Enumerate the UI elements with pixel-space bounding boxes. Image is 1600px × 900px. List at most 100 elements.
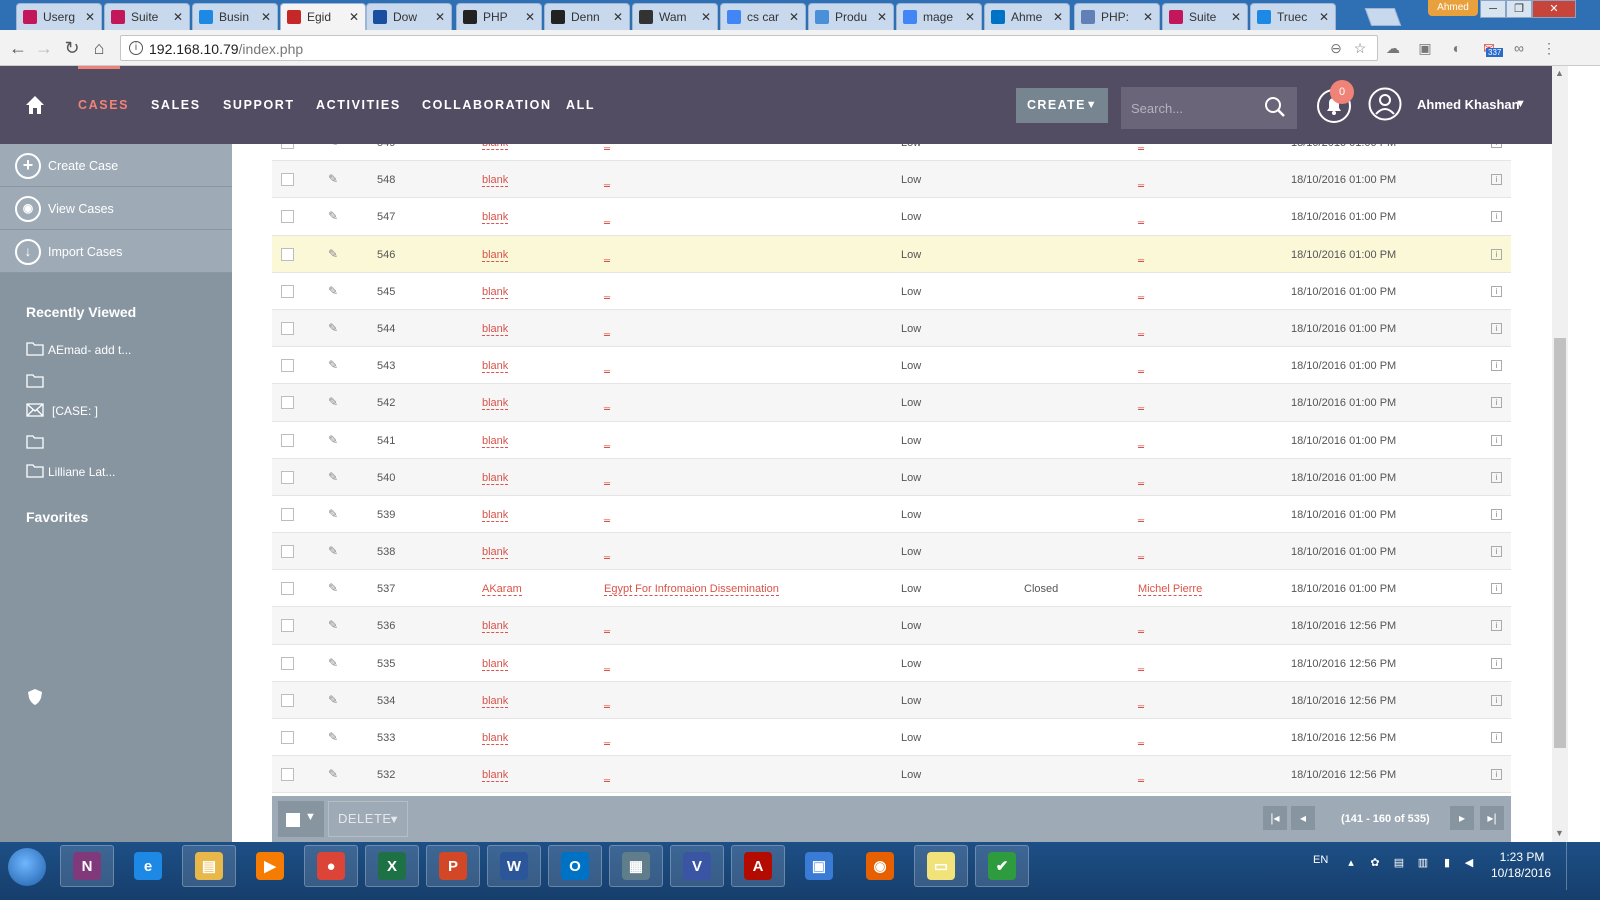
- tab-close-icon[interactable]: ✕: [173, 10, 183, 24]
- edit-icon[interactable]: ✎: [328, 433, 338, 447]
- scroll-down-icon[interactable]: ▼: [1555, 828, 1564, 838]
- info-icon[interactable]: i: [1491, 211, 1502, 223]
- assigned-user-link[interactable]: _: [1138, 323, 1145, 336]
- tab-close-icon[interactable]: ✕: [1319, 10, 1329, 24]
- row-checkbox[interactable]: [281, 321, 294, 335]
- page-scrollbar[interactable]: ▲ ▼: [1552, 66, 1568, 842]
- taskbar-app-button[interactable]: X: [365, 845, 419, 887]
- taskbar-app-button[interactable]: V: [670, 845, 724, 887]
- taskbar-app-button[interactable]: A: [731, 845, 785, 887]
- new-tab-button[interactable]: [1364, 8, 1402, 26]
- restore-icon[interactable]: ❐: [1506, 0, 1532, 18]
- row-checkbox[interactable]: [281, 359, 294, 373]
- assigned-user-link[interactable]: _: [1138, 360, 1145, 374]
- taskbar-app-button[interactable]: ▤: [182, 845, 236, 887]
- table-row[interactable]: ✎ 534 blank _ Low _ 18/10/2016 12:56 PM i: [272, 681, 1511, 719]
- row-checkbox[interactable]: [281, 470, 294, 484]
- assigned-user-link[interactable]: _: [1138, 435, 1145, 448]
- taskbar-app-button[interactable]: ✔: [975, 845, 1029, 887]
- account-link[interactable]: _: [604, 249, 611, 262]
- browser-tab[interactable]: Truec ✕: [1250, 3, 1336, 30]
- row-checkbox[interactable]: [281, 768, 294, 782]
- account-link[interactable]: _: [604, 620, 611, 634]
- case-subject-link[interactable]: blank: [482, 695, 509, 708]
- case-subject-link[interactable]: blank: [482, 472, 509, 485]
- select-all-checkbox[interactable]: [286, 813, 300, 827]
- row-checkbox[interactable]: [281, 144, 294, 149]
- taskbar-app-button[interactable]: ▶: [243, 845, 297, 887]
- edit-icon[interactable]: ✎: [328, 144, 338, 149]
- extension-icon[interactable]: ◐: [1448, 39, 1466, 57]
- info-icon[interactable]: i: [1491, 248, 1502, 260]
- network-icon[interactable]: ▮: [1440, 856, 1454, 870]
- tab-close-icon[interactable]: ✕: [435, 10, 445, 24]
- assigned-user-link[interactable]: _: [1138, 658, 1145, 671]
- tray-app-icon[interactable]: ▤: [1392, 856, 1406, 870]
- assigned-user-link[interactable]: _: [1138, 211, 1145, 225]
- assigned-user-link[interactable]: _: [1138, 174, 1145, 188]
- case-subject-link[interactable]: blank: [482, 323, 509, 336]
- edit-icon[interactable]: ✎: [328, 470, 338, 484]
- row-checkbox[interactable]: [281, 284, 294, 298]
- assigned-user-link[interactable]: _: [1138, 286, 1145, 299]
- case-subject-link[interactable]: blank: [482, 286, 509, 299]
- zoom-icon[interactable]: ⊖: [1327, 39, 1345, 57]
- browser-tab[interactable]: Suite ✕: [1162, 3, 1248, 30]
- nav-support[interactable]: SUPPORT: [223, 98, 295, 112]
- browser-tab[interactable]: Ahme ✕: [984, 3, 1070, 30]
- edit-icon[interactable]: ✎: [328, 321, 338, 335]
- table-row[interactable]: ✎ 543 blank _ Low _ 18/10/2016 01:00 PM i: [272, 347, 1511, 385]
- bookmark-star-icon[interactable]: ☆: [1351, 39, 1369, 57]
- user-name[interactable]: Ahmed Khashan: [1417, 97, 1520, 112]
- row-checkbox[interactable]: [281, 210, 294, 224]
- search-input[interactable]: [1121, 87, 1261, 129]
- tab-close-icon[interactable]: ✕: [613, 10, 623, 24]
- account-link[interactable]: _: [604, 732, 611, 745]
- nav-sales[interactable]: SALES: [151, 98, 201, 112]
- close-window-icon[interactable]: ✕: [1532, 0, 1576, 18]
- back-icon[interactable]: ←: [6, 36, 30, 60]
- tab-close-icon[interactable]: ✕: [1053, 10, 1063, 24]
- table-row[interactable]: ✎ 545 blank _ Low _ 18/10/2016 01:00 PM i: [272, 272, 1511, 310]
- browser-tab[interactable]: Wam ✕: [632, 3, 718, 30]
- reload-icon[interactable]: ↻: [60, 36, 84, 60]
- account-link[interactable]: _: [604, 546, 611, 560]
- info-icon[interactable]: i: [1491, 546, 1502, 558]
- table-row[interactable]: ✎ 537 AKaram Egypt For Infromaion Dissemina…: [272, 570, 1511, 608]
- browser-menu-icon[interactable]: ⋮: [1540, 39, 1558, 57]
- row-checkbox[interactable]: [281, 656, 294, 670]
- table-row[interactable]: ✎ 549 blank _ Low _ 18/10/2016 01:00 PM i: [272, 144, 1511, 162]
- show-hidden-icons-icon[interactable]: ▴: [1344, 856, 1358, 870]
- case-subject-link[interactable]: AKaram: [482, 583, 522, 597]
- case-subject-link[interactable]: blank: [482, 620, 509, 634]
- edit-icon[interactable]: ✎: [328, 247, 338, 261]
- assigned-user-link[interactable]: Michel Pierre: [1138, 583, 1203, 597]
- table-row[interactable]: ✎ 535 blank _ Low _ 18/10/2016 12:56 PM i: [272, 644, 1511, 682]
- account-link[interactable]: _: [604, 286, 611, 299]
- info-icon[interactable]: i: [1491, 285, 1502, 297]
- info-icon[interactable]: i: [1491, 620, 1502, 632]
- assigned-user-link[interactable]: _: [1138, 769, 1145, 783]
- nav-cases[interactable]: CASES: [78, 98, 129, 112]
- avatar[interactable]: [1368, 87, 1402, 121]
- case-subject-link[interactable]: blank: [482, 509, 509, 522]
- nav-activities[interactable]: ACTIVITIES: [316, 98, 401, 112]
- info-icon[interactable]: i: [1491, 694, 1502, 706]
- table-row[interactable]: ✎ 532 blank _ Low _ 18/10/2016 12:56 PM i: [272, 756, 1511, 794]
- browser-tab[interactable]: PHP: ✕: [1074, 3, 1160, 30]
- edit-icon[interactable]: ✎: [328, 209, 338, 223]
- create-case-action[interactable]: + Create Case: [0, 144, 232, 187]
- table-row[interactable]: ✎ 544 blank _ Low _ 18/10/2016 01:00 PM i: [272, 309, 1511, 348]
- home-browser-icon[interactable]: ⌂: [87, 36, 111, 60]
- row-checkbox[interactable]: [281, 582, 294, 596]
- show-desktop-button[interactable]: [1566, 842, 1580, 890]
- tray-app-icon[interactable]: ✿: [1368, 856, 1382, 870]
- tab-close-icon[interactable]: ✕: [701, 10, 711, 24]
- table-row[interactable]: ✎ 546 blank _ Low _ 18/10/2016 01:00 PM i: [272, 235, 1511, 273]
- edit-icon[interactable]: ✎: [328, 767, 338, 781]
- taskbar-app-button[interactable]: O: [548, 845, 602, 887]
- account-link[interactable]: _: [604, 211, 611, 225]
- table-row[interactable]: ✎ 548 blank _ Low _ 18/10/2016 01:00 PM i: [272, 161, 1511, 199]
- browser-tab[interactable]: cs car ✕: [720, 3, 806, 30]
- account-link[interactable]: _: [604, 472, 611, 485]
